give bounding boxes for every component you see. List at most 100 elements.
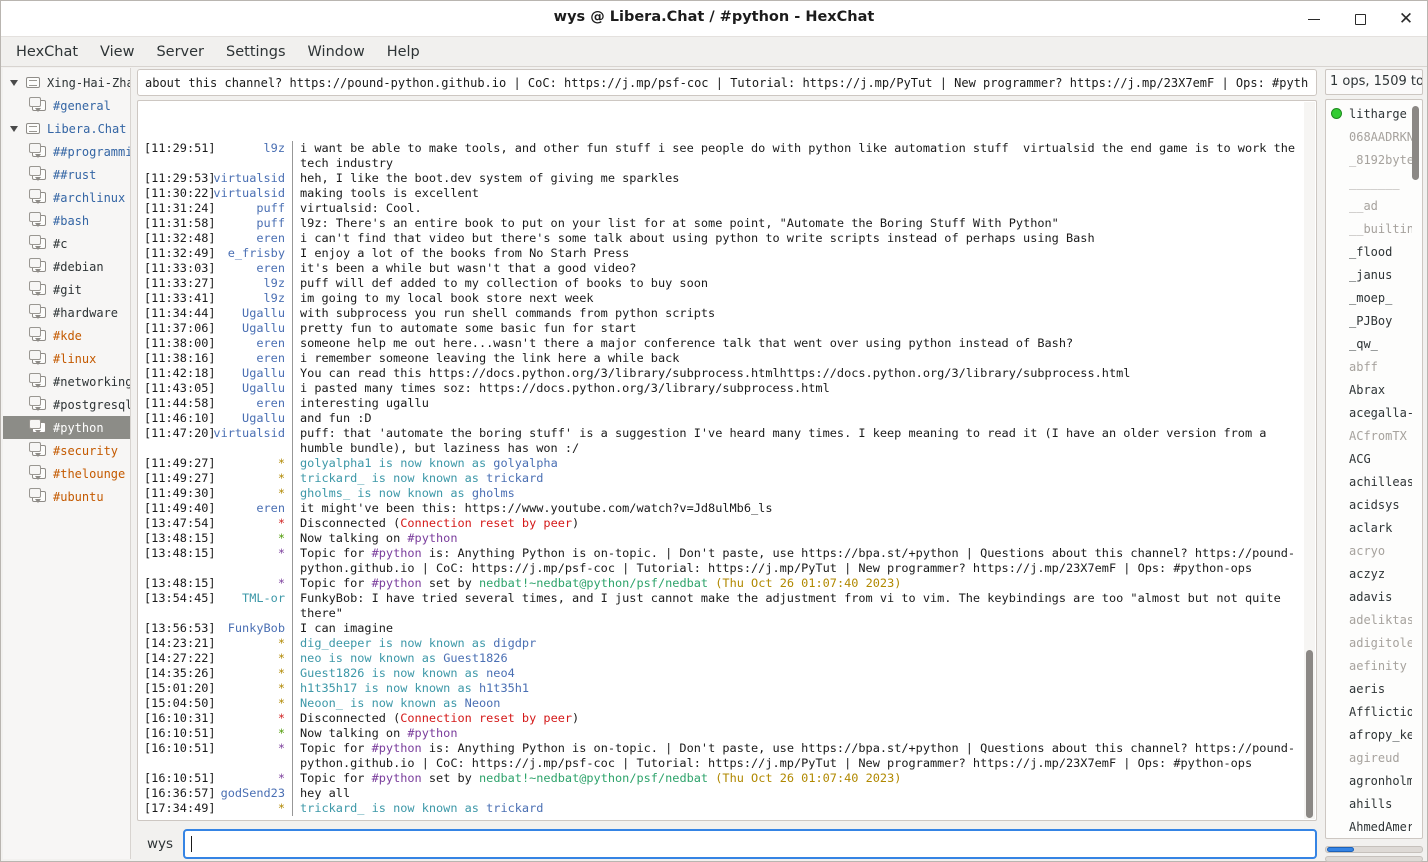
user-item[interactable]: Afflictio bbox=[1326, 700, 1412, 723]
tree-item--programming[interactable]: ##programming bbox=[3, 140, 130, 163]
user-item[interactable]: __ad bbox=[1326, 194, 1412, 217]
user-item[interactable]: acegalla- bbox=[1326, 401, 1412, 424]
user-item[interactable]: ACfromTX bbox=[1326, 424, 1412, 447]
user-item[interactable]: _______ bbox=[1326, 171, 1412, 194]
message-text: golyalpha1 is now known as golyalpha bbox=[292, 456, 1303, 471]
user-item[interactable]: adigitole bbox=[1326, 631, 1412, 654]
tree-item--c[interactable]: #c bbox=[3, 232, 130, 255]
timestamp: [11:38:00] bbox=[138, 336, 210, 351]
chat-scrollbar-thumb[interactable] bbox=[1306, 650, 1313, 818]
nick: Ugallu bbox=[210, 321, 292, 336]
timestamp: [11:46:10] bbox=[138, 411, 210, 426]
user-item[interactable]: achilleas bbox=[1326, 470, 1412, 493]
user-item[interactable]: aeris bbox=[1326, 677, 1412, 700]
user-item[interactable]: acryo bbox=[1326, 539, 1412, 562]
user-item[interactable]: __builtin bbox=[1326, 217, 1412, 240]
user-item[interactable]: agronholm bbox=[1326, 769, 1412, 792]
tree-item--linux[interactable]: #linux bbox=[3, 347, 130, 370]
tree-item--git[interactable]: #git bbox=[3, 278, 130, 301]
tree-item--bash[interactable]: #bash bbox=[3, 209, 130, 232]
channel-icon bbox=[32, 192, 46, 203]
menu-item-view[interactable]: View bbox=[89, 40, 145, 64]
message-text: Disconnected (Connection reset by peer) bbox=[292, 516, 1303, 531]
menu-item-hexchat[interactable]: HexChat bbox=[5, 40, 89, 64]
menu-item-settings[interactable]: Settings bbox=[215, 40, 296, 64]
tree-item--kde[interactable]: #kde bbox=[3, 324, 130, 347]
menu-item-help[interactable]: Help bbox=[376, 40, 431, 64]
tree-item--debian[interactable]: #debian bbox=[3, 255, 130, 278]
maximize-button[interactable] bbox=[1347, 6, 1373, 32]
lag-meter-fill bbox=[1327, 847, 1354, 852]
message-text: heh, I like the boot.dev system of givin… bbox=[292, 171, 1303, 186]
tree-item--general[interactable]: #general bbox=[3, 94, 130, 117]
tree-item-libera-chat[interactable]: Libera.Chat bbox=[3, 117, 130, 140]
user-nick: ACfromTX bbox=[1349, 429, 1407, 443]
nick-button[interactable]: wys bbox=[137, 836, 183, 852]
user-item[interactable]: abff bbox=[1326, 355, 1412, 378]
nick: Ugallu bbox=[210, 366, 292, 381]
user-item[interactable]: afropy_ke bbox=[1326, 723, 1412, 746]
chat-scrollbar[interactable] bbox=[1304, 102, 1315, 819]
timestamp: [16:36:57] bbox=[138, 786, 210, 801]
chat-row: [11:33:27]l9zpuff will def added to my c… bbox=[138, 276, 1303, 291]
user-item[interactable]: agireud bbox=[1326, 746, 1412, 769]
user-item[interactable]: _janus bbox=[1326, 263, 1412, 286]
message-text: i can't find that video but there's some… bbox=[292, 231, 1303, 246]
user-item[interactable]: _moep_ bbox=[1326, 286, 1412, 309]
user-item[interactable]: ahills bbox=[1326, 792, 1412, 815]
user-item[interactable]: aefinity bbox=[1326, 654, 1412, 677]
chat-row: [14:23:21]*dig_deeper is now known as di… bbox=[138, 636, 1303, 651]
chat-row: [16:10:31]*Disconnected (Connection rese… bbox=[138, 711, 1303, 726]
user-item[interactable]: AhmedAmer bbox=[1326, 815, 1412, 838]
message-text: Topic for #python is: Anything Python is… bbox=[292, 546, 1303, 576]
chat-row: [11:33:41]l9zim going to my local book s… bbox=[138, 291, 1303, 306]
tree-item--thelounge[interactable]: #thelounge bbox=[3, 462, 130, 485]
message-text: h1t35h17 is now known as h1t35h1 bbox=[292, 681, 1303, 696]
timestamp: [11:31:58] bbox=[138, 216, 210, 231]
topic-input[interactable] bbox=[137, 69, 1317, 96]
tree-item--archlinux[interactable]: #archlinux bbox=[3, 186, 130, 209]
expander-icon[interactable] bbox=[10, 80, 18, 86]
user-item[interactable]: _flood bbox=[1326, 240, 1412, 263]
input-row: wys bbox=[137, 827, 1317, 861]
user-item[interactable]: adeliktas bbox=[1326, 608, 1412, 631]
user-item[interactable]: aclark bbox=[1326, 516, 1412, 539]
user-item[interactable]: 068AADRKN bbox=[1326, 125, 1412, 148]
tree-item-xing-hai-zhan[interactable]: Xing-Hai-Zhan bbox=[3, 71, 130, 94]
user-item[interactable]: aczyz bbox=[1326, 562, 1412, 585]
tree-item--networking[interactable]: #networking bbox=[3, 370, 130, 393]
nick: virtualsid bbox=[210, 171, 292, 186]
user-item[interactable]: adavis bbox=[1326, 585, 1412, 608]
userlist-scrollbar-thumb[interactable] bbox=[1412, 106, 1419, 180]
message-text: someone help me out here...wasn't there … bbox=[292, 336, 1303, 351]
chat-row: [13:48:15]*Now talking on #python bbox=[138, 531, 1303, 546]
menu-item-server[interactable]: Server bbox=[145, 40, 215, 64]
user-item[interactable]: _PJBoy bbox=[1326, 309, 1412, 332]
user-item[interactable]: _8192byte bbox=[1326, 148, 1412, 171]
tree-item--security[interactable]: #security bbox=[3, 439, 130, 462]
tree-item--rust[interactable]: ##rust bbox=[3, 163, 130, 186]
message-input[interactable] bbox=[183, 829, 1317, 859]
user-item[interactable]: acidsys bbox=[1326, 493, 1412, 516]
user-item[interactable]: _qw_ bbox=[1326, 332, 1412, 355]
tree-item--postgresql[interactable]: #postgresql bbox=[3, 393, 130, 416]
message-text: making tools is excellent bbox=[292, 186, 1303, 201]
userlist-scrollbar[interactable] bbox=[1410, 101, 1421, 837]
user-nick: agireud bbox=[1349, 751, 1400, 765]
tree-item--python[interactable]: #python bbox=[3, 416, 130, 439]
user-item[interactable]: ACG bbox=[1326, 447, 1412, 470]
minimize-button[interactable] bbox=[1301, 6, 1327, 32]
tree-item--ubuntu[interactable]: #ubuntu bbox=[3, 485, 130, 508]
timestamp: [13:54:45] bbox=[138, 591, 210, 606]
message-text: it might've been this: https://www.youtu… bbox=[292, 501, 1303, 516]
expander-icon[interactable] bbox=[10, 126, 18, 132]
nick: eren bbox=[210, 231, 292, 246]
user-item[interactable]: Abrax bbox=[1326, 378, 1412, 401]
timestamp: [16:10:51] bbox=[138, 741, 210, 756]
menu-item-window[interactable]: Window bbox=[297, 40, 376, 64]
user-item[interactable]: litharge bbox=[1326, 102, 1412, 125]
event-star: * bbox=[210, 801, 292, 816]
close-button[interactable]: ✕ bbox=[1393, 6, 1419, 32]
tree-item--hardware[interactable]: #hardware bbox=[3, 301, 130, 324]
channel-icon bbox=[32, 376, 46, 387]
